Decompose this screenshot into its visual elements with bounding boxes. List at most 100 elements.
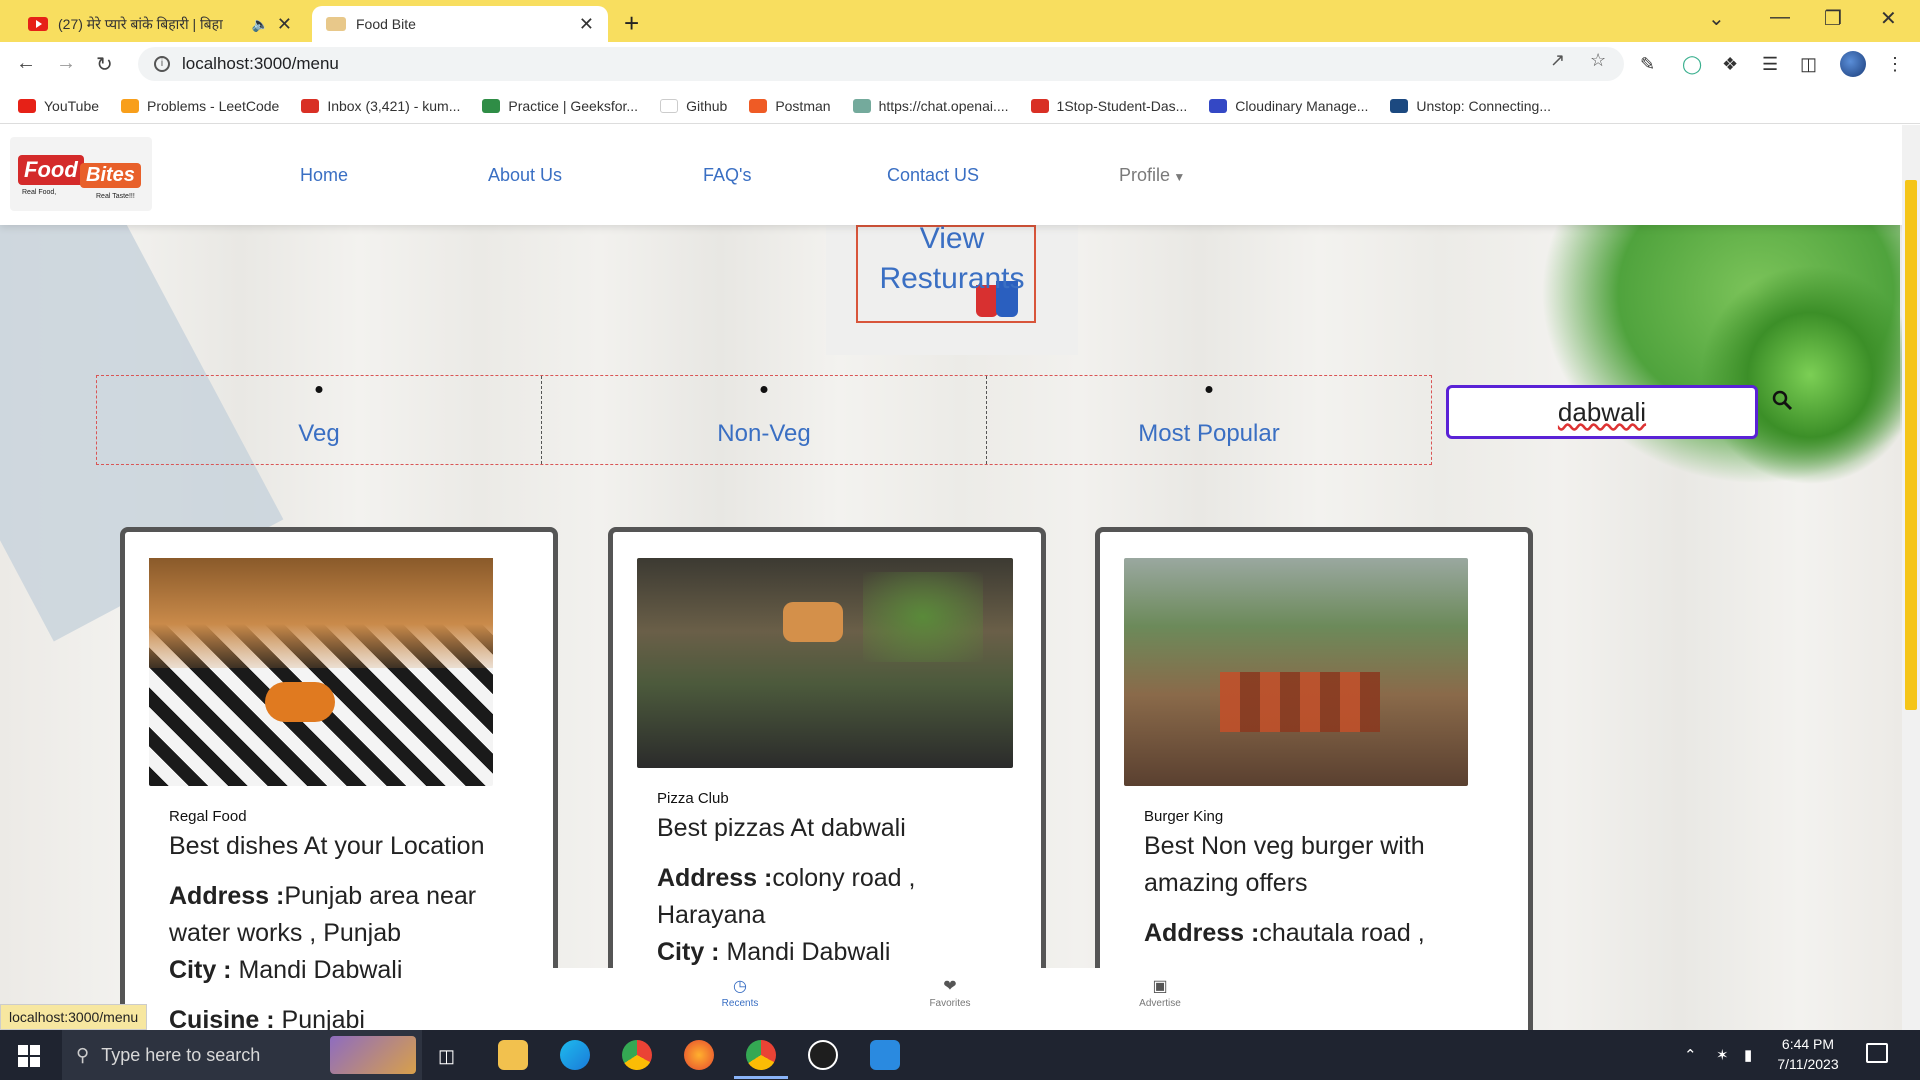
new-tab-plus-icon[interactable]: + [624,8,639,39]
logo-word-food: Food [18,155,84,185]
chrome-browser-icon[interactable] [622,1040,652,1070]
restaurant-search-input[interactable]: dabwali [1446,385,1758,439]
postman-icon [749,98,768,113]
restaurant-card[interactable]: Regal Food Best dishes At your Location … [120,527,558,1030]
back-arrow-icon[interactable]: ← [16,52,36,75]
taskbar-clock[interactable]: 6:44 PM 7/11/2023 [1760,1034,1856,1074]
firefox-icon[interactable] [684,1040,714,1070]
restaurant-card[interactable]: Burger King Best Non veg burger with ama… [1095,527,1533,1030]
filter-label: Veg [298,420,340,447]
address-label: Address : [1144,919,1260,947]
file-explorer-icon[interactable] [498,1040,528,1070]
bookmark-item[interactable]: Github [660,98,727,114]
bookmark-item[interactable]: https://chat.openai.... [852,97,1009,114]
logo-word-bites: Bites [80,163,141,188]
bookmark-label: YouTube [44,97,100,114]
minimize-icon[interactable]: — [1770,6,1790,29]
media-queue-icon[interactable]: ☰ [1762,54,1778,75]
bookmark-label: https://chat.openai.... [878,97,1009,114]
menu-kebab-icon[interactable]: ⋮ [1886,54,1904,75]
restaurant-tagline: Best pizzas At dabwali [657,814,906,842]
filter-non-veg[interactable]: Non-Veg [542,376,987,464]
share-icon[interactable]: ↗ [1550,50,1565,71]
active-app-indicator [734,1076,788,1079]
cuisine-label: Cuisine : [169,1006,275,1030]
tray-chevron-up-icon[interactable]: ⌃ [1684,1046,1697,1064]
filter-veg[interactable]: Veg [97,376,542,464]
search-highlight-image[interactable] [330,1036,416,1074]
city-label: City : [657,938,720,966]
bottom-nav-recents[interactable]: ◷ Recents [680,968,800,1009]
close-icon[interactable]: ✕ [277,14,292,35]
view-restaurants-banner[interactable]: View Resturants [826,215,1078,355]
city-label: City : [169,956,232,984]
bookmarks-bar: YouTube Problems - LeetCode Inbox (3,421) … [0,88,1920,124]
search-icon: ⚲ [76,1044,90,1065]
restore-icon[interactable]: ❐ [1824,6,1842,31]
gmail-icon [301,98,320,113]
tab-title: Food Bite [356,16,416,32]
profile-avatar[interactable] [1840,51,1866,77]
nav-contact-us[interactable]: Contact US [887,165,979,186]
clock-icon: ◷ [733,978,747,995]
green-extension-icon[interactable]: ◯ [1682,54,1702,75]
bookmark-star-icon[interactable]: ☆ [1590,50,1606,71]
city-value: Mandi Dabwali [726,938,891,966]
bottom-nav-advertise[interactable]: ▣ Advertise [1100,968,1220,1009]
window-close-icon[interactable]: ✕ [1880,6,1897,31]
openai-icon [852,98,871,113]
notification-center-icon[interactable] [1866,1043,1888,1063]
bookmark-item[interactable]: 1Stop-Student-Das... [1030,98,1187,114]
restaurant-image-chairs [1220,672,1380,732]
tab-youtube[interactable]: (27) मेरे प्यारे बांके बिहारी | बिहा 🔈 ✕ [14,6,306,42]
restaurant-card[interactable]: Pizza Club Best pizzas At dabwali Addres… [608,527,1046,1030]
bookmark-item[interactable]: Practice | Geeksfor... [482,98,638,114]
side-panel-icon[interactable]: ◫ [1800,54,1817,75]
mongodb-compass-icon[interactable] [808,1040,838,1070]
speaker-icon[interactable]: 🔈 [251,16,268,33]
url-text: localhost:3000/menu [182,54,339,73]
address-label: Address : [169,882,285,910]
search-icon[interactable] [1770,388,1794,412]
tab-title: (27) मेरे प्यारे बांके बिहारी | बिहा [58,15,223,32]
bottom-nav-favorites[interactable]: ❤ Favorites [890,968,1010,1009]
wifi-icon[interactable]: ✶ [1716,1046,1729,1064]
hero-title: View Resturants [879,222,1025,295]
bookmark-item[interactable]: Cloudinary Manage... [1209,98,1368,114]
category-filter-strip: Veg Non-Veg Most Popular [96,375,1432,465]
vscode-icon[interactable] [870,1040,900,1070]
windows-start-icon[interactable] [18,1045,40,1067]
bookmark-item[interactable]: Unstop: Connecting... [1390,98,1551,114]
bookmark-item[interactable]: Postman [749,98,831,114]
bottom-nav-label: Advertise [1139,998,1181,1009]
battery-icon[interactable]: ▮ [1744,1046,1752,1064]
bookmark-item[interactable]: Inbox (3,421) - kum... [301,98,460,114]
extensions-puzzle-icon[interactable]: ❖ [1722,54,1738,75]
food-bites-logo[interactable]: Food Bites Real Food, Real Taste!!! [10,137,152,211]
nav-about-us[interactable]: About Us [488,165,562,186]
restaurant-image-lamp [783,602,843,642]
edge-browser-icon[interactable] [560,1040,590,1070]
tab-search-chevron-icon[interactable]: ⌄ [1708,6,1725,31]
reload-icon[interactable]: ↻ [96,52,113,77]
tab-food-bite[interactable]: Food Bite ✕ [312,6,608,42]
cloudinary-icon [1209,98,1228,113]
close-icon[interactable]: ✕ [579,14,594,35]
forward-arrow-icon[interactable]: → [56,52,76,75]
nav-home[interactable]: Home [300,165,348,186]
chrome-browser-active-icon[interactable] [746,1040,776,1070]
site-info-icon[interactable]: i [154,56,170,72]
filter-most-popular[interactable]: Most Popular [987,376,1431,464]
bookmark-label: Github [686,97,728,114]
bookmark-item[interactable]: Problems - LeetCode [121,98,279,114]
pen-extension-icon[interactable]: ✎ [1640,54,1655,75]
cuisine-value: Punjabi [281,1006,365,1030]
bookmark-item[interactable]: YouTube [18,98,99,114]
restaurant-image-accent [265,682,335,722]
nav-faqs[interactable]: FAQ's [703,165,751,186]
nav-profile-dropdown[interactable]: Profile ▼ [1119,165,1185,186]
clock-date: 7/11/2023 [1777,1056,1839,1072]
task-view-icon[interactable]: ◫ [438,1046,455,1067]
address-bar[interactable]: i localhost:3000/menu [138,47,1624,81]
scrollbar-thumb[interactable] [1905,180,1917,710]
